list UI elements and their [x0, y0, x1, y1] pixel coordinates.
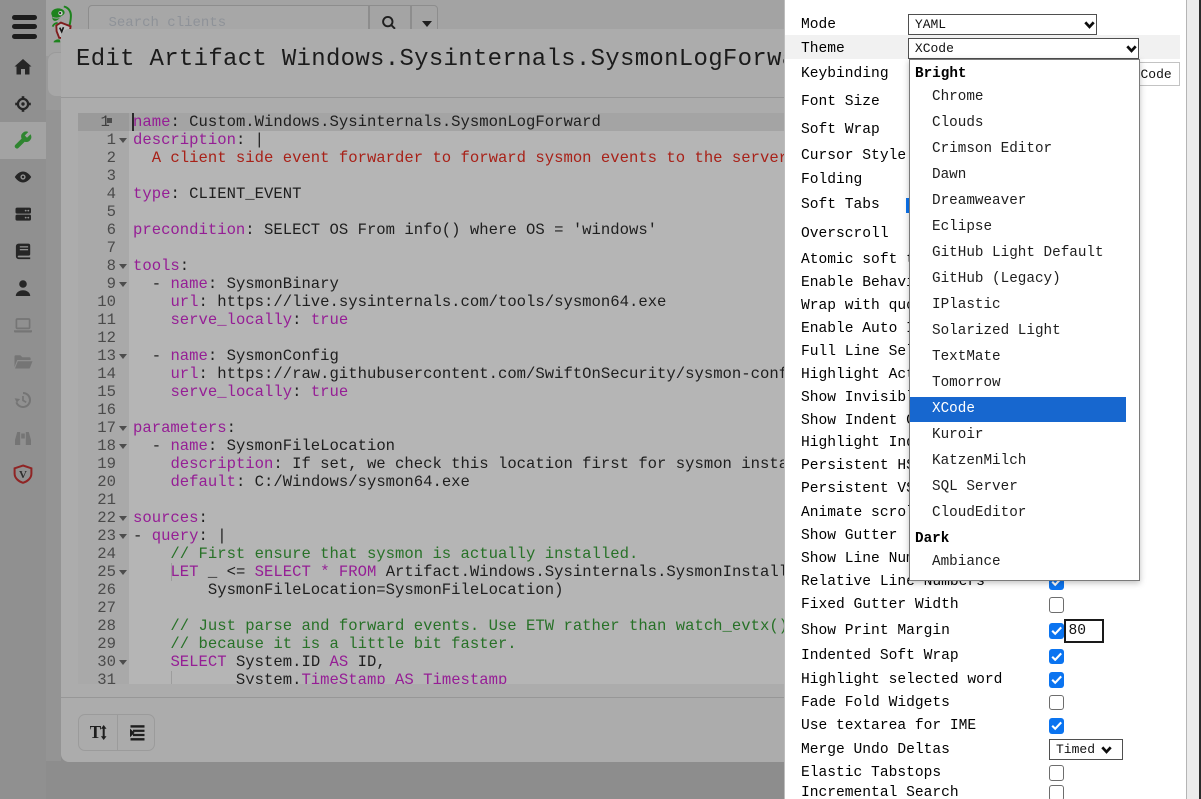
- svg-text:T: T: [90, 725, 102, 740]
- svg-text:V: V: [19, 469, 27, 481]
